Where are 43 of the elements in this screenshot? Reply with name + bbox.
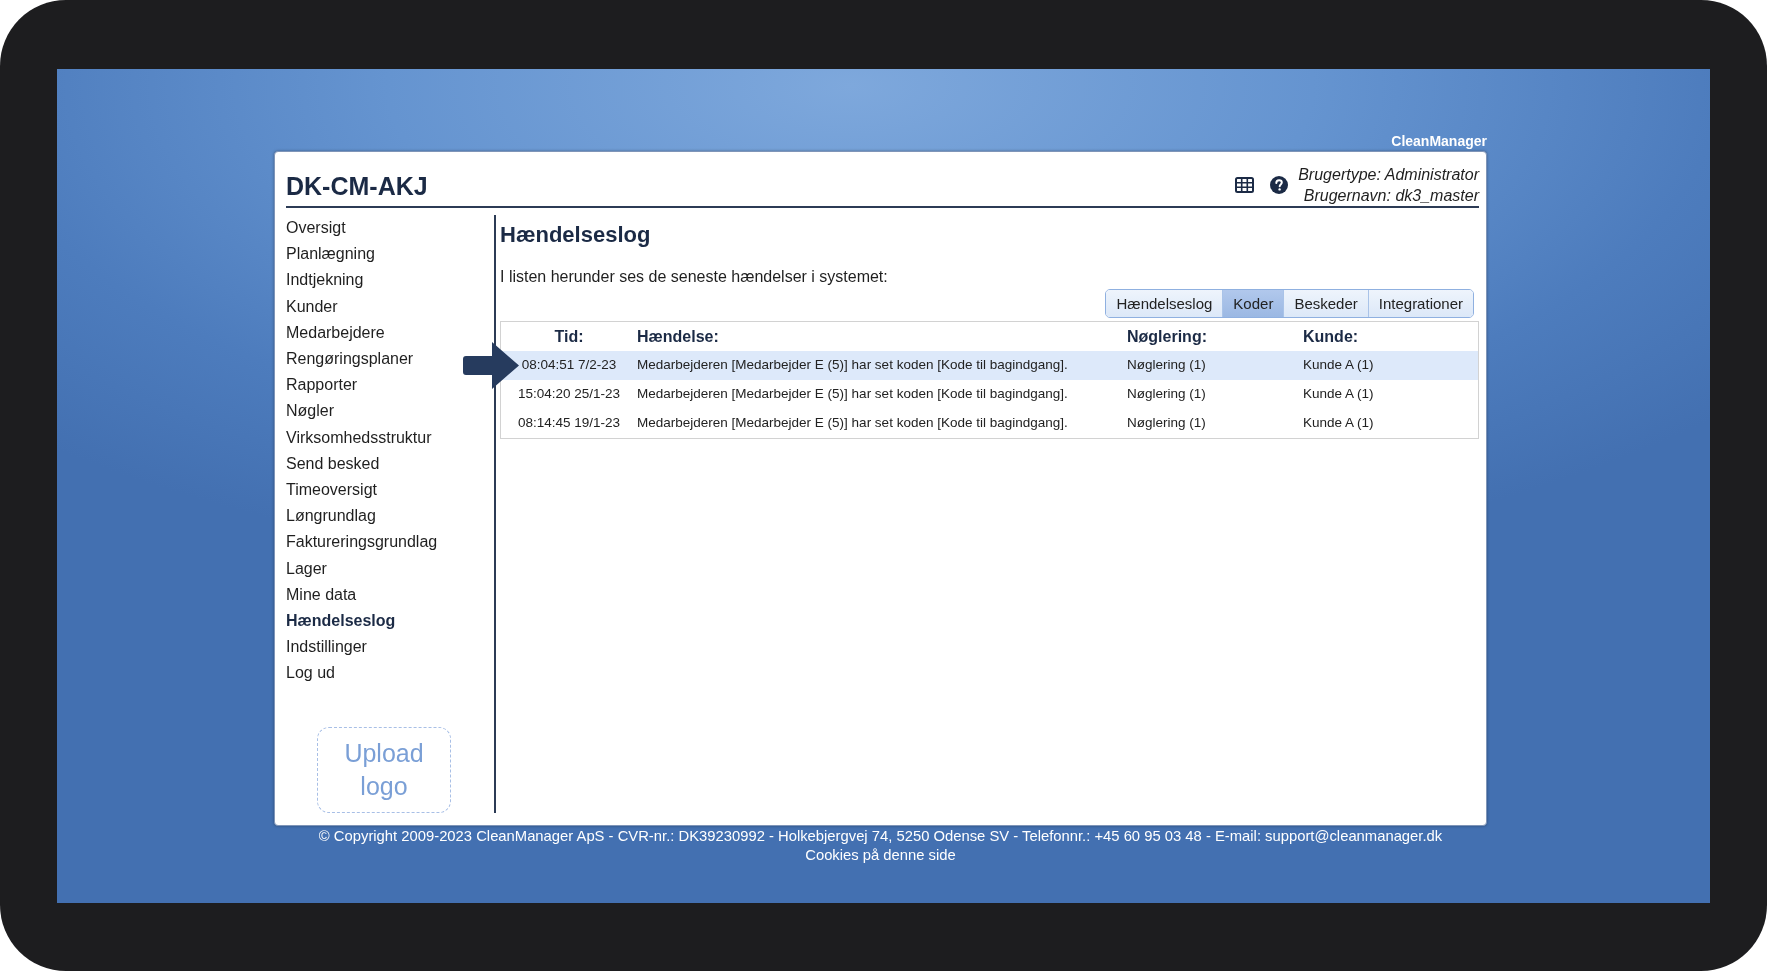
- table-cell: Nøglering (1): [1117, 351, 1293, 380]
- sidebar-item[interactable]: Rapporter: [286, 372, 358, 399]
- table-cell: 08:04:51 7/2-23: [501, 351, 627, 380]
- table-row[interactable]: 08:14:45 19/1-23 Medarbejderen [Medarbejder E (5)] har set koden [Kode til bagindgang]. Nøglering (1) Kunde A (1): [501, 409, 1478, 438]
- help-icon[interactable]: [1270, 176, 1289, 194]
- sidebar-item[interactable]: Indstillinger: [286, 634, 367, 661]
- sidebar-item[interactable]: Lager: [286, 555, 327, 582]
- sidebar-item[interactable]: Virksomhedsstruktur: [286, 424, 432, 451]
- page-heading: Hændelseslog: [500, 221, 652, 249]
- brand-label: CleanManager: [1390, 133, 1487, 149]
- tab[interactable]: Koder: [1222, 290, 1284, 317]
- sidebar-item[interactable]: Mine data: [286, 581, 357, 609]
- sidebar-item[interactable]: Indtjekning: [286, 267, 364, 294]
- tab[interactable]: Beskeder: [1283, 290, 1368, 317]
- column-header: Tid:: [501, 322, 627, 351]
- sidebar-item[interactable]: Kunder: [286, 293, 338, 320]
- cookies-link[interactable]: Cookies på denne side: [805, 847, 956, 863]
- user-type-text: Brugertype: Administrator: [1298, 165, 1479, 185]
- intro-text: I listen herunder ses de seneste hændelser i systemet:: [500, 267, 889, 287]
- tab[interactable]: Integrationer: [1367, 290, 1473, 317]
- account-title: DK-CM-AKJ: [286, 171, 428, 201]
- sidebar-item[interactable]: Oversigt: [286, 215, 346, 242]
- table-cell: Kunde A (1): [1293, 351, 1478, 380]
- sidebar-item[interactable]: Timeoversigt: [286, 477, 377, 504]
- sidebar-item[interactable]: Nøgler: [286, 398, 334, 425]
- sidebar-item[interactable]: Hændelseslog: [286, 608, 396, 635]
- tab[interactable]: Hændelseslog: [1106, 290, 1223, 317]
- table-cell: Medarbejderen [Medarbejder E (5)] har set koden [Kode til bagindgang].: [627, 351, 1117, 380]
- column-header: Hændelse:: [627, 322, 1117, 351]
- sidebar-item[interactable]: Faktureringsgrundlag: [286, 529, 438, 556]
- sidebar-item[interactable]: Medarbejdere: [286, 319, 385, 346]
- column-header: Kunde:: [1293, 322, 1478, 351]
- table-row[interactable]: 08:04:51 7/2-23 Medarbejderen [Medarbejder E (5)] har set koden [Kode til bagindgang]. Nøglering (1) Kunde A (1): [501, 351, 1478, 380]
- user-name-text: Brugernavn: dk3_master: [1302, 186, 1479, 206]
- table-grid-icon[interactable]: [1235, 177, 1255, 193]
- sidebar-item[interactable]: Rengøringsplaner: [286, 346, 414, 373]
- column-header: Nøglering:: [1117, 322, 1293, 351]
- sidebar-item[interactable]: Send besked: [286, 450, 380, 478]
- copyright-text: © Copyright 2009-2023 CleanManager ApS - CVR-nr.: DK39230992 - Holkebjergvej 74, 5250 Odense SV - Telefonnr.: +45 60 95 03 48 - E-mail: support@cleanmanager.dk: [317, 827, 1444, 846]
- sidebar-item[interactable]: Log ud: [286, 660, 335, 687]
- sidebar-item[interactable]: Løngrundlag: [286, 503, 376, 530]
- table-row[interactable]: 15:04:20 25/1-23 Medarbejderen [Medarbejder E (5)] har set koden [Kode til bagindgang]. Nøglering (1) Kunde A (1): [501, 380, 1478, 409]
- sidebar-item[interactable]: Planlægning: [286, 241, 375, 268]
